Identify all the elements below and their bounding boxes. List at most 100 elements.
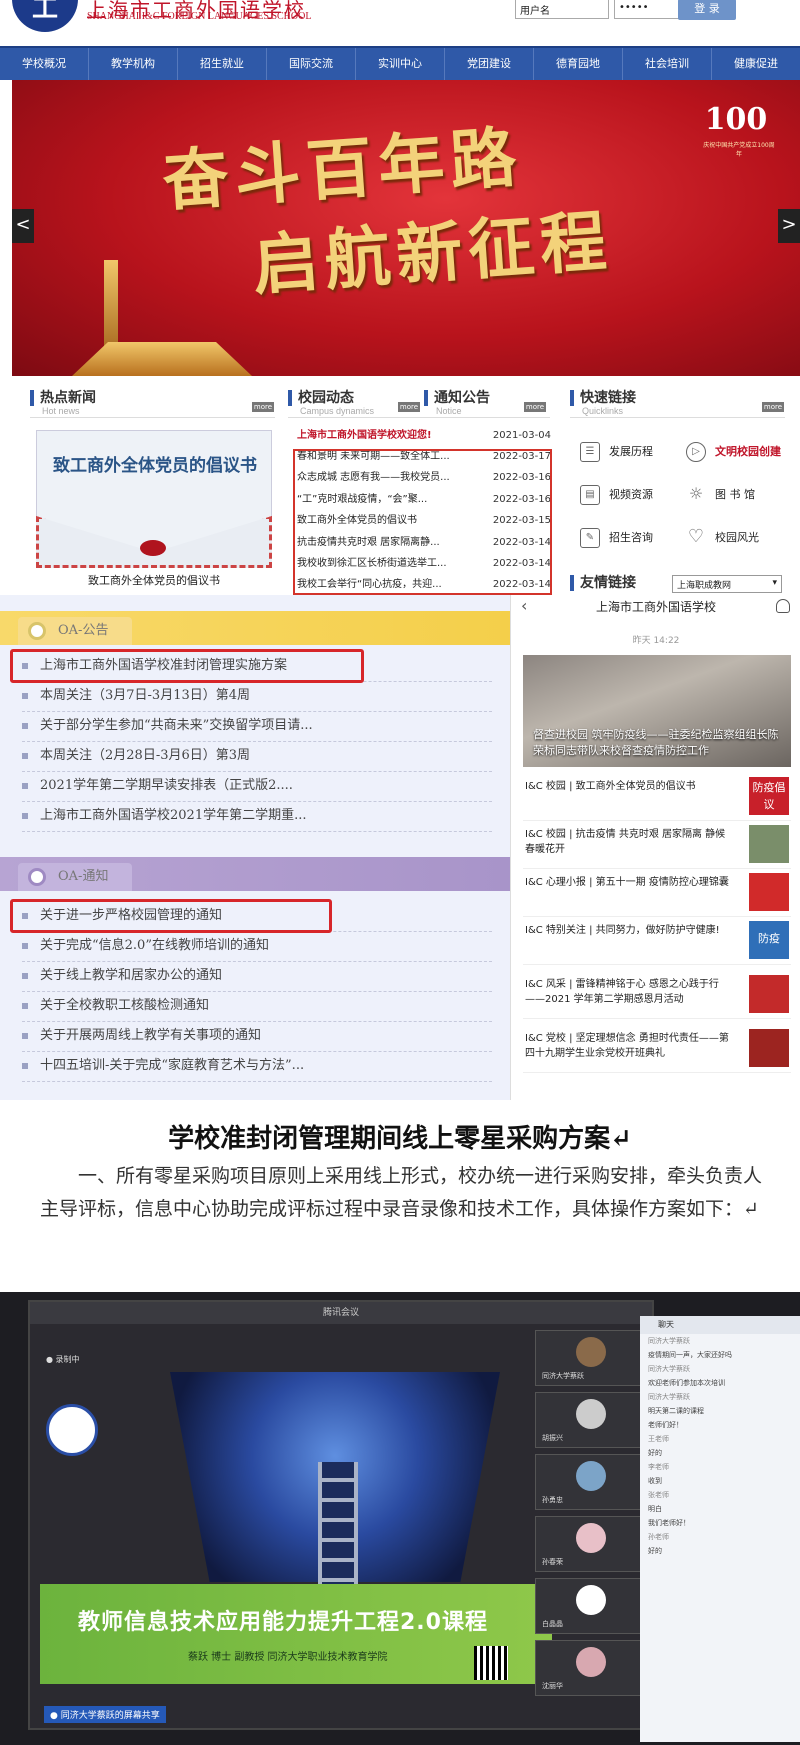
bullet-icon [22,942,28,949]
monument-base-graphic [72,342,252,376]
heart-icon: ♡ [687,526,705,547]
back-icon[interactable]: ‹ [521,596,527,615]
oa-notice-item[interactable]: 上海市工商外国语学校2021学年第二学期重... [22,801,492,832]
article-row[interactable]: I&C 党校 | 坚定理想信念 勇担时代责任——第四十九期学生业余党校开班典礼 [523,1025,791,1073]
user-icon[interactable] [776,599,790,613]
login-button[interactable]: 登 录 [678,0,736,20]
nav-item[interactable]: 社会培训 [623,48,712,80]
campus-subheading: Campus dynamics [300,406,375,416]
tab-dot-icon [28,868,46,886]
book-icon: ▤ [580,485,600,505]
bullet-icon [22,722,28,729]
news-row[interactable]: 上海市工商外国语学校欢迎您! 2021-03-04 [297,426,551,446]
campus-heading[interactable]: 校园动态 [288,390,354,406]
chat-line: 王老师 [648,1435,669,1443]
nav-item[interactable]: 德育园地 [534,48,623,80]
quicklink-video[interactable]: ▤ 视频资源 [580,485,653,505]
envelope-text: 致工商外全体党员的倡议书 [53,456,257,476]
bullet-icon [22,812,28,819]
quicklink-history[interactable]: ☰ 发展历程 [580,442,653,462]
oa-tongzhi-item[interactable]: 十四五培训-关于完成“家庭教育艺术与方法”... [22,1051,492,1082]
article-title: I&C 心理小报 | 第五十一期 疫情防控心理锦囊 [525,877,729,888]
chat-line: 张老师 [648,1491,669,1499]
avatar [576,1337,606,1367]
nav-item[interactable]: 招生就业 [178,48,267,80]
document-title: 学校准封闭管理期间线上零星采购方案↵ [168,1124,632,1154]
banner-next-arrow[interactable]: > [778,209,800,243]
item-label: 2021学年第二学期早读安排表（正式版2.... [40,778,293,793]
headline-caption: 督查进校园 筑牢防疫线——驻委纪检监察组组长陈荣标同志带队来校督查疫情防控工作 [533,728,779,757]
oa-tongzhi-item[interactable]: 关于开展两周线上教学有关事项的通知 [22,1021,492,1052]
quicklink-civilized-campus[interactable]: ▷ 文明校园创建 [686,442,781,462]
chat-line: 同济大学蔡跃 [648,1365,690,1373]
oa-tongzhi-item[interactable]: 关于完成“信息2.0”在线教师培训的通知 [22,931,492,962]
participant-tile[interactable]: 孙勇忠 [535,1454,650,1510]
hot-news-caption[interactable]: 致工商外全体党员的倡议书 [36,572,272,588]
nav-item[interactable]: 健康促进 [712,48,800,80]
site-header: 工 上海市工商外国语学校 SHANGHAI I&C FOREIGN LANGUA… [0,0,800,46]
timeline-icon: ☰ [580,442,600,462]
article-title: I&C 党校 | 坚定理想信念 勇担时代责任——第四十九期学生业余党校开班典礼 [525,1033,729,1059]
bullet-icon [22,1062,28,1069]
oa-tongzhi-item[interactable]: 关于线上教学和居家办公的通知 [22,961,492,992]
oa-notice-item[interactable]: 关于部分学生参加“共商未来”交换留学项目请... [22,711,492,742]
oa-tongzhi-item[interactable]: 关于全校教职工核酸检测通知 [22,991,492,1022]
participant-tile[interactable]: 孙春荣 [535,1516,650,1572]
qr-code-icon [474,1646,508,1680]
participant-tile[interactable]: 同济大学蔡跃 [535,1330,650,1386]
banner-prev-arrow[interactable]: < [12,209,34,243]
chat-line: 疫情期间一声，大家还好吗 [648,1351,732,1359]
article-row[interactable]: I&C 风采 | 雷锋精神铭于心 感恩之心践于行——2021 学年第二学期感恩月… [523,971,791,1019]
participant-tile[interactable]: 胡振兴 [535,1392,650,1448]
tab-label: OA-通知 [58,869,109,884]
quicklinks-more-button[interactable]: more [762,402,784,412]
quicklink-label: 校园风光 [715,531,759,544]
screen-share-bar[interactable]: ● 同济大学蔡跃的屏幕共享 [44,1706,166,1723]
quicklink-label: 发展历程 [609,445,653,458]
article-row[interactable]: I&C 特别关注 | 共同努力，做好防护守健康! 防疫 [523,917,791,965]
chat-line: 收到 [648,1477,662,1485]
item-label: 关于线上教学和居家办公的通知 [40,968,223,983]
participant-tile[interactable]: 白晶晶 [535,1578,650,1634]
procurement-document: 学校准封闭管理期间线上零星采购方案↵ 一、所有零星采购项目原则上采用线上形式，校… [0,1100,800,1292]
nav-item[interactable]: 学校概况 [0,48,89,80]
course-title: 教师信息技术应用能力提升工程2.0课程 [78,1610,488,1635]
nav-item[interactable]: 党团建设 [445,48,534,80]
headline-photo[interactable]: 督查进校园 筑牢防疫线——驻委纪检监察组组长陈荣标同志带队来校督查疫情防控工作 [523,655,791,767]
campus-more-button[interactable]: more [398,402,420,412]
main-nav: 学校概况 教学机构 招生就业 国际交流 实训中心 党团建设 德育园地 社会培训 … [0,46,800,80]
oa-notice-item[interactable]: 2021学年第二学期早读安排表（正式版2.... [22,771,492,802]
chat-panel[interactable]: 聊天 同济大学蔡跃 疫情期间一声，大家还好吗 同济大学蔡跃 欢迎老师们参加本次培… [640,1316,800,1742]
friend-links-select[interactable]: 上海职成教网 ▾ [672,575,782,593]
news-date: 2021-03-04 [492,430,551,441]
recording-indicator[interactable]: ● 录制中 [46,1354,80,1365]
username-field[interactable]: 用户名 [515,0,609,19]
chat-line: 李老师 [648,1463,669,1471]
nav-item[interactable]: 教学机构 [89,48,178,80]
wax-seal-icon [140,540,166,556]
hero-banner[interactable]: 奋斗百年路 启航新征程 100 庆祝中国共产党成立100周年 [12,80,800,376]
article-row[interactable]: I&C 校园 | 抗击疫情 共克时艰 居家隔离 静候春暖花开 [523,821,791,869]
oa-notice-item[interactable]: 本周关注（2月28日-3月6日）第3周 [22,741,492,772]
article-row[interactable]: I&C 校园 | 致工商外全体党员的倡议书 防疫倡议 [523,773,791,821]
article-row[interactable]: I&C 心理小报 | 第五十一期 疫情防控心理锦囊 [523,869,791,917]
bullet-icon [22,752,28,759]
avatar [576,1461,606,1491]
quicklink-scenery[interactable]: ♡ 校园风光 [686,528,759,548]
hot-news-more-button[interactable]: more [252,402,274,412]
dropdown-icon: ▾ [772,578,777,588]
oa-notice-tab[interactable]: OA-公告 [18,617,132,645]
participant-tile[interactable]: 沈丽华 [535,1640,650,1696]
notice-more-button[interactable]: more [524,402,546,412]
nav-item[interactable]: 国际交流 [267,48,356,80]
oa-panel: OA-公告 上海市工商外国语学校准封闭管理实施方案 本周关注（3月7日-3月13… [0,595,510,1100]
notice-heading[interactable]: 通知公告 [424,390,490,406]
nav-item[interactable]: 实训中心 [356,48,445,80]
quicklink-library[interactable]: ☼ 图 书 馆 [686,485,755,505]
quicklink-admissions[interactable]: ✎ 招生咨询 [580,528,653,548]
oa-notice-item[interactable]: 本周关注（3月7日-3月13日）第4周 [22,681,492,712]
oa-tongzhi-tab[interactable]: OA-通知 [18,863,132,891]
sun-icon: ☼ [688,484,704,503]
school-logo[interactable]: 工 [12,0,78,32]
centenary-emblem-caption: 庆祝中国共产党成立100周年 [703,142,775,158]
